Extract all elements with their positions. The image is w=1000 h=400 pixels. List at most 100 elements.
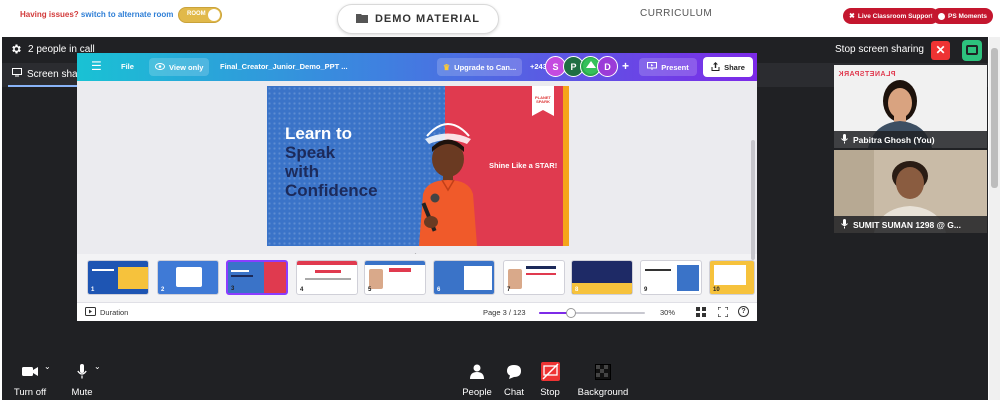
shared-screen: ☰ File View only Final_Creator_Junior_De…: [77, 53, 757, 321]
zoom-slider[interactable]: [539, 308, 645, 318]
present-button[interactable]: Present: [639, 58, 697, 76]
grid-icon[interactable]: [696, 307, 706, 319]
stop-label: Stop: [540, 387, 560, 398]
thumbnail-7[interactable]: 7: [503, 260, 565, 295]
headline-line: Confidence: [285, 181, 378, 200]
document-title[interactable]: Final_Creator_Junior_Demo_PPT ...: [220, 62, 348, 71]
upgrade-label: Upgrade to Can...: [454, 62, 517, 72]
eye-icon: [155, 62, 165, 72]
gear-icon[interactable]: [10, 43, 22, 58]
slide-tagline: Shine Like a STAR!: [489, 161, 558, 170]
thumbnail-number: 4: [300, 287, 304, 293]
thumbnail-6[interactable]: 6: [433, 260, 495, 295]
thumbnail-9[interactable]: 9: [640, 260, 702, 295]
thumbnail-number: 3: [231, 286, 235, 292]
live-support-button[interactable]: ✖ Live Classroom Support: [843, 8, 939, 24]
thumbnail-10[interactable]: 10: [709, 260, 755, 295]
background-icon: [574, 362, 632, 381]
stop-sharing-button[interactable]: ✕: [931, 41, 950, 60]
slide-scrollbar[interactable]: [751, 140, 755, 260]
thumbnail-number: 1: [91, 287, 95, 293]
close-circle-icon: ✖: [849, 13, 855, 20]
thumbnail-strip: 1 2 3 4 5 6 7 8 9 10: [77, 254, 757, 302]
screen-share-icon: [12, 68, 22, 80]
view-only-label: View only: [169, 62, 204, 72]
canva-toolbar: ☰ File View only Final_Creator_Junior_De…: [77, 53, 757, 81]
top-strip: Having issues? switch to alternate room …: [0, 0, 1000, 37]
share-button[interactable]: Share: [703, 57, 753, 77]
toggle-knob: [208, 9, 220, 21]
thumbnail-4[interactable]: 4: [296, 260, 358, 295]
chat-button[interactable]: Chat: [500, 362, 528, 398]
thumbnail-1[interactable]: 1: [87, 260, 149, 295]
headline-line: Learn to: [285, 124, 353, 143]
present-icon: [647, 62, 658, 72]
chat-icon: [500, 362, 528, 381]
stop-share-icon: [535, 362, 565, 381]
crown-icon: ♛: [443, 62, 451, 72]
stop-sharing-label[interactable]: Stop screen sharing: [835, 44, 924, 55]
slide-canvas[interactable]: Learn to Speak with Confidence PLANET SP…: [267, 86, 569, 246]
participant-name: SUMIT SUMAN 1298 @ G...: [853, 219, 961, 230]
people-button[interactable]: People: [457, 362, 497, 398]
alternate-room-link[interactable]: switch to alternate room: [81, 10, 173, 19]
hamburger-icon[interactable]: ☰: [91, 59, 102, 73]
call-controls: Turn off ⌄ Mute ⌄ People Chat Stop Backg…: [2, 358, 988, 400]
people-label: People: [462, 387, 492, 398]
thumbnail-number: 7: [507, 287, 511, 293]
duration-icon[interactable]: [85, 307, 96, 318]
room-toggle[interactable]: ROOM: [178, 7, 222, 23]
thumbnail-number: 10: [713, 287, 720, 293]
participant-tile-self[interactable]: PLANETSPARK Pabitra Ghosh (You): [834, 65, 987, 148]
window-scrollbar-thumb[interactable]: [991, 48, 998, 188]
canva-status-bar: Duration Page 3 / 123 30% ?: [77, 302, 757, 321]
upgrade-button[interactable]: ♛ Upgrade to Can...: [437, 58, 523, 76]
people-icon: [457, 362, 497, 381]
ps-moments-button[interactable]: PS Moments: [932, 8, 994, 24]
chevron-down-icon[interactable]: ⌄: [44, 362, 51, 371]
fullscreen-icon[interactable]: [717, 306, 729, 319]
thumbnail-3[interactable]: 3: [226, 260, 288, 295]
live-support-label: Live Classroom Support: [857, 12, 933, 20]
child-with-microphone-image: [419, 123, 477, 246]
planet-spark-logo-text: PLANET SPARK: [535, 95, 551, 104]
thumbnail-8[interactable]: 8: [571, 260, 633, 295]
thumbnail-number: 5: [368, 287, 372, 293]
chat-label: Chat: [503, 387, 525, 398]
duration-button[interactable]: Duration: [100, 308, 128, 317]
mic-icon: [841, 218, 848, 231]
dot-icon: [938, 12, 945, 20]
folder-icon: [355, 13, 368, 26]
participant-tile[interactable]: SUMIT SUMAN 1298 @ G...: [834, 150, 987, 233]
slide-headline: Learn to Speak with Confidence: [285, 124, 415, 200]
thumbnail-number: 9: [644, 287, 648, 293]
thumbnail-2[interactable]: 2: [157, 260, 219, 295]
thumbnail-number: 2: [161, 287, 165, 293]
demo-material-button[interactable]: DEMO MATERIAL: [337, 4, 499, 34]
share-label: Share: [724, 62, 745, 72]
help-icon[interactable]: ?: [738, 306, 749, 317]
screen-share-status-icon[interactable]: [962, 40, 982, 61]
chevron-down-icon[interactable]: ⌄: [94, 362, 101, 371]
zoom-level[interactable]: 30%: [660, 308, 675, 317]
participant-name-bar: SUMIT SUMAN 1298 @ G...: [834, 216, 987, 233]
slide-orange-strip: [563, 86, 569, 246]
participant-name-bar: Pabitra Ghosh (You): [834, 131, 987, 148]
turn-off-label: Turn off: [13, 387, 47, 398]
background-button[interactable]: Background: [574, 362, 632, 398]
ps-moments-label: PS Moments: [948, 12, 988, 20]
headline-line: Speak: [285, 143, 336, 162]
file-menu[interactable]: File: [121, 62, 134, 71]
zoom-handle[interactable]: [565, 308, 576, 318]
stop-sharing-toolbar-button[interactable]: Stop: [535, 362, 565, 398]
avatar[interactable]: D: [597, 56, 618, 77]
view-only-button[interactable]: View only: [149, 58, 210, 76]
headline-line: with: [285, 162, 319, 181]
participant-name: Pabitra Ghosh (You): [853, 134, 935, 145]
curriculum-link[interactable]: CURRICULUM: [640, 8, 712, 19]
add-collaborator-button[interactable]: +: [622, 59, 629, 73]
mic-icon: [841, 133, 848, 146]
thumbnail-5[interactable]: 5: [364, 260, 426, 295]
demo-material-label: DEMO MATERIAL: [374, 13, 481, 25]
page-indicator: Page 3 / 123: [483, 308, 526, 317]
